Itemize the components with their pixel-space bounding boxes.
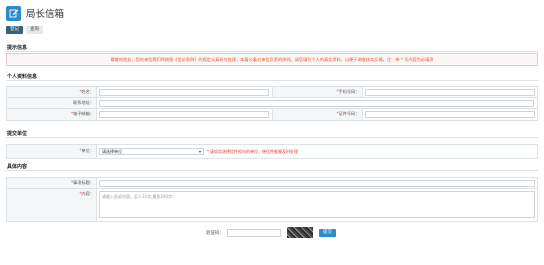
phone-label: 手机号码： <box>338 89 360 94</box>
tab-query[interactable]: 查询 <box>26 26 43 34</box>
notice-banner: 尊敬的朋友，您的来信我们将按照《信访条例》的规定认真研究处理，本着公着对来信负责… <box>6 53 538 66</box>
captcha-image[interactable] <box>287 227 313 238</box>
body-textarea[interactable]: 请输入投诉内容，至少10字,最多240字！ <box>99 190 535 218</box>
id-label: 证件号码： <box>338 111 360 116</box>
page-title: 局长信箱 <box>26 9 65 20</box>
form-row: *姓名： *手机号码： <box>7 87 537 98</box>
unit-select-value: 请选择单位 <box>102 148 122 154</box>
section-notice-title: 提示信息 <box>7 45 28 51</box>
section-unit-title: 提交单位 <box>7 131 28 137</box>
personal-info-form: *姓名： *手机号码： 联系地址： *电子邮箱： *证件号码： <box>6 86 538 121</box>
captcha-input[interactable] <box>227 228 281 237</box>
edit-icon <box>6 5 21 21</box>
chevron-down-icon: ▾ <box>198 149 201 154</box>
captcha-label: 验证码： <box>206 230 224 236</box>
section-personal-title: 个人资料信息 <box>7 74 38 80</box>
email-input[interactable] <box>99 111 269 118</box>
form-row: *电子邮箱： *证件号码： <box>7 109 537 120</box>
content-form: *事项标题： *内容： 请输入投诉内容，至少10字,最多240字！ <box>6 177 538 222</box>
form-row: *单位： 请选择单位 ▾ * 请如实选择信件投向的单位，便信件能够及时处理 <box>7 145 537 158</box>
name-label: 姓名： <box>81 89 94 94</box>
unit-hint: 请如实选择信件投向的单位，便信件能够及时处理 <box>210 148 298 154</box>
divider <box>6 137 538 138</box>
captcha-row: 验证码： 提交 <box>206 227 336 238</box>
email-label: 电子邮箱： <box>73 111 94 116</box>
form-row: *内容： 请输入投诉内容，至少10字,最多240字！ <box>7 189 537 221</box>
subject-label: 事项标题： <box>73 180 94 185</box>
divider <box>6 51 538 52</box>
address-label: 联系地址： <box>73 100 94 105</box>
unit-form: *单位： 请选择单位 ▾ * 请如实选择信件投向的单位，便信件能够及时处理 <box>6 144 538 159</box>
submit-button[interactable]: 提交 <box>319 228 336 237</box>
name-input[interactable] <box>99 88 269 96</box>
form-row: 联系地址： <box>7 98 537 109</box>
body-label: 内容： <box>81 191 94 196</box>
id-input[interactable] <box>364 111 535 118</box>
divider <box>6 80 538 81</box>
subject-input[interactable] <box>99 179 535 187</box>
tab-bar: 登记 查询 <box>6 26 43 34</box>
tab-register[interactable]: 登记 <box>6 26 23 34</box>
form-row: *事项标题： <box>7 178 537 189</box>
phone-input[interactable] <box>364 88 535 96</box>
page-header: 局长信箱 <box>6 4 64 22</box>
section-content-title: 具体内容 <box>7 164 28 170</box>
address-input[interactable] <box>99 99 534 107</box>
divider <box>6 170 538 171</box>
unit-label: 单位： <box>81 148 94 153</box>
unit-select[interactable]: 请选择单位 ▾ <box>99 148 204 155</box>
